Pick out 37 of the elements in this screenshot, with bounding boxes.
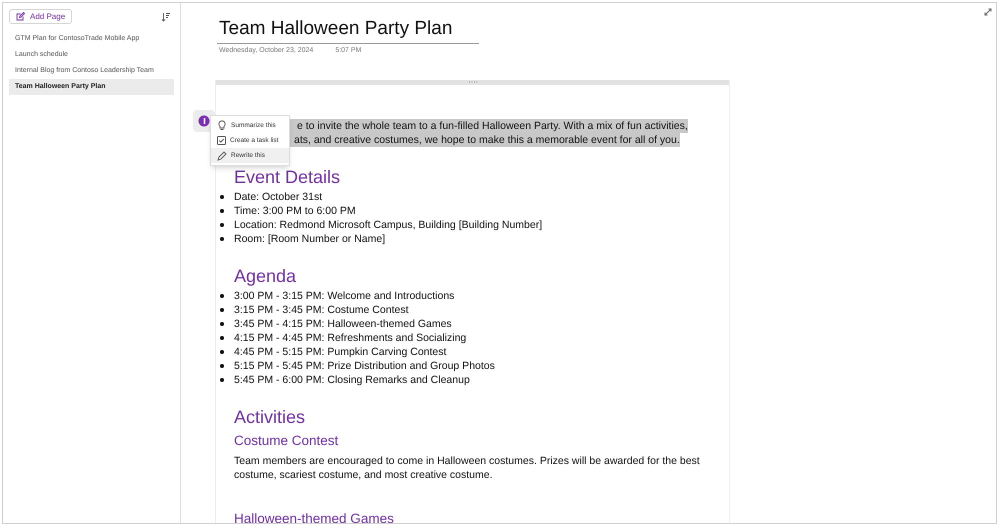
container-handle-bar[interactable] (216, 80, 729, 84)
bullet-icon (220, 222, 224, 226)
bullet-icon (220, 322, 224, 326)
list-item: Time: 3:00 PM to 6:00 PM (234, 204, 356, 218)
list-item: 3:45 PM - 4:15 PM: Halloween-themed Games (234, 316, 452, 330)
bullet-icon (220, 294, 224, 298)
list-item: Date: October 31st (234, 190, 322, 204)
list-item: 3:00 PM - 3:15 PM: Welcome and Introductions (234, 288, 454, 302)
bullet-icon (220, 308, 224, 312)
bullet-icon (220, 194, 224, 198)
list-item: 5:15 PM - 5:45 PM: Prize Distribution and Group Photos (234, 358, 495, 372)
bullet-icon (220, 378, 224, 382)
sort-icon[interactable] (161, 12, 170, 22)
section-subheading: Halloween-themed Games (234, 510, 395, 523)
lightbulb-icon (217, 120, 227, 131)
checkbox-icon (217, 136, 226, 145)
page-title: Team Halloween Party Plan (218, 17, 454, 41)
section-subheading: Costume Contest (234, 432, 340, 450)
section-heading: Agenda (234, 264, 298, 286)
add-page-button[interactable]: Add Page (9, 9, 72, 24)
section-heading: Activities (234, 406, 306, 428)
compose-icon (16, 12, 25, 21)
list-item: 3:15 PM - 3:45 PM: Costume Contest (234, 302, 408, 316)
pencil-icon (217, 150, 227, 160)
list-item: 4:45 PM - 5:15 PM: Pumpkin Carving Contest (234, 344, 446, 358)
bullet-icon (220, 350, 224, 354)
bullet-icon (220, 364, 224, 368)
expand-icon[interactable] (984, 8, 992, 16)
section-heading: Event Details (234, 166, 342, 188)
bullet-icon (220, 336, 224, 340)
list-item: Room: [Room Number or Name] (234, 232, 386, 246)
bullet-icon (220, 208, 224, 212)
paragraph: Team members are encouraged to come in Halloween costumes. Prizes will be awarded for the best costume, scariest costume, and most creative costume. (234, 454, 701, 482)
list-item: Location: Redmond Microsoft Campus, Building [Building Number] (234, 218, 542, 232)
list-item: 4:15 PM - 4:45 PM: Refreshments and Socializing (234, 330, 466, 344)
bullet-icon (220, 236, 224, 240)
list-item: 5:45 PM - 6:00 PM: Closing Remarks and Cleanup (234, 372, 470, 386)
